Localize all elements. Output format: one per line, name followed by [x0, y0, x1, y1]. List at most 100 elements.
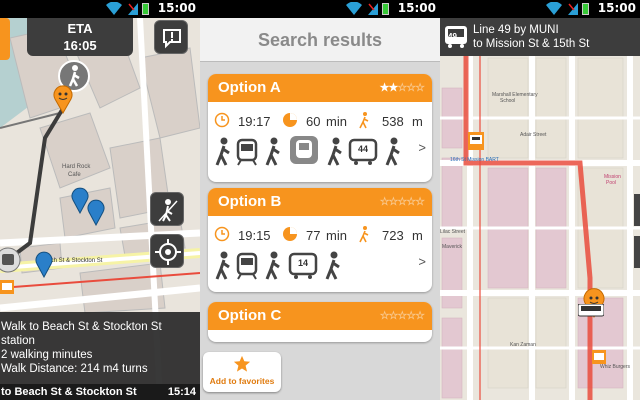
walk-icon — [359, 112, 369, 129]
speech-bubble-icon — [163, 29, 181, 49]
duration-unit: min — [326, 228, 347, 243]
option-name: Option C — [218, 307, 282, 324]
alert-button[interactable] — [154, 20, 188, 54]
option-summary: 19:17 60 min 538 m — [208, 108, 432, 134]
leg-sequence: 14 > — [208, 248, 432, 282]
clock-icon — [214, 112, 230, 128]
rating-stars: ☆☆☆☆☆ — [379, 196, 425, 208]
option-header: Option A ★★☆☆☆ — [208, 74, 432, 102]
walk-leg-icon — [215, 137, 230, 166]
bus-stop-icon[interactable] — [468, 132, 484, 150]
line-title: Line 49 by MUNI — [473, 24, 559, 36]
map-label-hard-rock: Hard Rock — [62, 164, 91, 170]
next-stop-bar: to Beach St & Stockton St 15:14 — [0, 384, 200, 400]
star-icon — [233, 355, 251, 372]
option-summary: 19:15 77 min 723 m — [208, 222, 432, 248]
next-stop-street: to Beach St & Stockton St — [1, 386, 137, 398]
svg-text:Maverick: Maverick — [442, 244, 463, 250]
instruction-line: 2 walking minutes — [1, 349, 93, 361]
signal-icon — [128, 3, 138, 15]
status-time: 15:00 — [597, 1, 636, 15]
walk-distance: 723 — [382, 228, 404, 243]
status-bar: 15:00 — [0, 0, 200, 18]
svg-text:Adair Street: Adair Street — [520, 132, 547, 138]
walk-leg-icon — [385, 137, 400, 166]
walk-leg-icon — [265, 251, 280, 280]
page-title: Search results — [200, 18, 440, 62]
svg-text:Whiz Burgers: Whiz Burgers — [600, 364, 631, 370]
walk-leg-icon — [325, 251, 340, 280]
svg-text:Kan Zaman: Kan Zaman — [510, 342, 536, 348]
search-results-panel: 15:00 Search results Option A ★★☆☆☆ 19:1… — [200, 0, 440, 400]
bus-number: 14 — [298, 258, 309, 268]
chevron-right-icon[interactable]: > — [418, 254, 426, 269]
svg-text:School: School — [500, 98, 515, 104]
option-name: Option A — [218, 79, 281, 96]
line-info-bar: 49 Line 49 by MUNI to Mission St & 15th … — [440, 18, 640, 56]
status-time: 15:00 — [397, 1, 436, 15]
route-map-panel: 15:00 Marshall Elementary School Adair S… — [440, 0, 640, 400]
signal-icon — [568, 3, 578, 15]
bus-icon — [578, 304, 604, 317]
tram-leg-icon — [236, 138, 258, 166]
route-option-card[interactable]: Option C ☆☆☆☆☆ — [208, 302, 432, 342]
bus-number: 44 — [358, 144, 369, 154]
rating-stars: ☆☆☆☆☆ — [379, 310, 425, 322]
status-bar: 15:00 — [200, 0, 440, 18]
duration-value: 60 — [306, 114, 321, 129]
instruction-line: Walk to Beach St & Stockton St — [1, 321, 162, 333]
tram-leg-icon — [236, 252, 258, 280]
walk-leg-icon — [265, 137, 280, 166]
clock-icon — [214, 226, 230, 242]
rating-stars: ★★☆☆☆ — [379, 82, 425, 94]
option-header: Option B ☆☆☆☆☆ — [208, 188, 432, 216]
battery-icon — [582, 3, 589, 15]
leg-sequence: 44 > — [208, 134, 432, 168]
duration-icon — [283, 113, 297, 127]
orange-poi-icon[interactable] — [52, 84, 74, 114]
walk-unit: m — [412, 228, 423, 243]
option-header: Option C ☆☆☆☆☆ — [208, 302, 432, 330]
route-map[interactable]: Marshall Elementary School Adair Street … — [440, 18, 640, 400]
route-option-card[interactable]: Option B ☆☆☆☆☆ 19:15 77 min 723 m 14 > — [208, 188, 432, 292]
duration-unit: min — [326, 114, 347, 129]
navigation-map-panel: 15:00 Hard Rock Cafe Beach St & Stockton… — [0, 0, 200, 400]
menu-tab[interactable] — [0, 18, 10, 60]
status-time: 15:00 — [157, 1, 196, 15]
depart-time: 19:15 — [238, 228, 271, 243]
locate-me-button[interactable] — [150, 234, 184, 268]
svg-text:Lilac Street: Lilac Street — [440, 229, 466, 235]
eta-time: 16:05 — [63, 38, 97, 53]
line-destination: to Mission St & 15th St — [473, 38, 590, 50]
next-stop-time: 15:14 — [167, 386, 196, 398]
add-to-favorites-button[interactable]: Add to favorites — [203, 352, 281, 392]
eta-label: ETA — [67, 21, 93, 36]
option-name: Option B — [218, 193, 282, 210]
bus-stop-icon[interactable] — [0, 280, 14, 294]
svg-text:Pool: Pool — [606, 180, 616, 186]
chevron-right-icon[interactable]: > — [418, 140, 426, 155]
bus-stop-icon[interactable] — [592, 350, 606, 364]
walk-distance: 538 — [382, 114, 404, 129]
instruction-line: Walk Distance: 214 m4 turns — [1, 363, 148, 375]
walking-mode-button[interactable] — [150, 192, 184, 226]
side-handle[interactable] — [634, 194, 640, 226]
battery-icon — [142, 3, 149, 15]
favorites-label: Add to favorites — [209, 376, 275, 386]
wifi-icon — [546, 2, 562, 15]
side-handle[interactable] — [634, 236, 640, 268]
duration-value: 77 — [306, 228, 321, 243]
walk-leg-icon — [215, 251, 230, 280]
depart-time: 19:17 — [238, 114, 271, 129]
blue-poi-icon[interactable] — [34, 250, 54, 278]
tram-stop-icon[interactable] — [0, 246, 22, 276]
walk-leg-icon — [327, 137, 342, 166]
metro-leg-icon — [290, 136, 318, 164]
crosshair-icon — [155, 239, 181, 265]
battery-icon — [382, 3, 389, 15]
route-option-card[interactable]: Option A ★★☆☆☆ 19:17 60 min 538 m 44 > — [208, 74, 432, 182]
status-bar: 15:00 — [440, 0, 640, 18]
wifi-icon — [106, 2, 122, 15]
instruction-line: station — [1, 335, 35, 347]
blue-poi-icon[interactable] — [86, 198, 106, 226]
